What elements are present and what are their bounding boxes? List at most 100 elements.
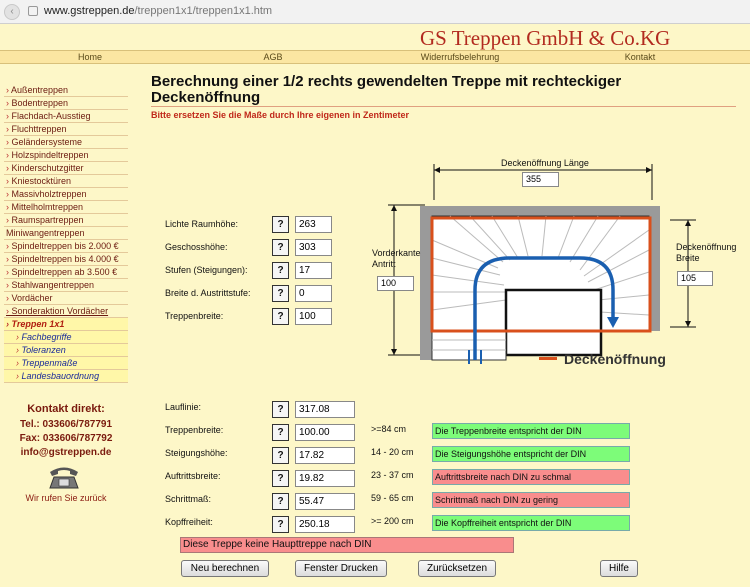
output-auftrittsbreite[interactable]: 19.82 [295,470,355,487]
label-steigungshoehe: Steigungshöhe: [165,448,228,458]
input-lichte-raumhoehe[interactable]: 263 [295,216,332,233]
output-steigungshoehe[interactable]: 17.82 [295,447,355,464]
hilfe-button[interactable]: Hilfe [600,560,638,577]
label-kopffreiheit: Kopffreiheit: [165,517,213,527]
sidebar-item[interactable]: Spindeltreppen bis 4.000 € [4,253,128,266]
diagram-legend-label: Deckenöffnung [564,351,666,367]
callback-link[interactable]: Wir rufen Sie zurück [4,493,128,503]
sidebar-item[interactable]: Fluchttreppen [4,123,128,136]
label-geschosshoehe: Geschosshöhe: [165,242,228,252]
sidebar-item[interactable]: Miniwangentreppen [4,227,128,240]
label-treppenbreite: Treppenbreite: [165,311,224,321]
help-button[interactable]: ? [272,262,289,279]
input-geschosshoehe[interactable]: 303 [295,239,332,256]
input-austrittstufe[interactable]: 0 [295,285,332,302]
status-auftrittsbreite: Auftrittsbreite nach DIN zu schmal [432,469,630,485]
contact-email[interactable]: info@gstreppen.de [4,446,128,460]
sidebar-item[interactable]: Kinderschutzgitter [4,162,128,175]
browser-address-bar: ‹ www.gstreppen.de/treppen1x1/treppen1x1… [0,0,750,24]
haupttreppe-note: Diese Treppe keine Haupttreppe nach DIN [180,537,514,553]
sidebar-item[interactable]: Vordächer [4,292,128,305]
sidebar-item[interactable]: Geländersysteme [4,136,128,149]
sidebar-item[interactable]: Stahlwangentreppen [4,279,128,292]
sidebar-subitem[interactable]: Treppenmaße [4,357,128,370]
status-kopffreiheit: Die Kopffreiheit entspricht der DIN [432,515,630,531]
help-button[interactable]: ? [272,493,289,510]
page-icon [28,6,38,16]
sidebar-subitem[interactable]: Fachbegriffe [4,331,128,344]
range-steigungshoehe: 14 - 20 cm [371,447,414,457]
diagram-width-label-2: Breite [676,253,700,263]
status-treppenbreite: Die Treppenbreite entspricht der DIN [432,423,630,439]
zuruecksetzen-button[interactable]: Zurücksetzen [418,560,496,577]
input-treppenbreite[interactable]: 100 [295,308,332,325]
status-schrittmass: Schrittmaß nach DIN zu gering [432,492,630,508]
label-lichte-raumhoehe: Lichte Raumhöhe: [165,219,239,229]
help-button[interactable]: ? [272,401,289,418]
sidebar-item[interactable]: Kniestocktüren [4,175,128,188]
nav-home[interactable]: Home [40,52,140,62]
diagram-width-label-1: Deckenöffnung [676,242,737,252]
label-austrittstufe: Breite d. Austrittstufe: [165,288,251,298]
input-deckenoeffnung-breite[interactable]: 105 [677,271,713,286]
label-auftrittsbreite: Auftrittsbreite: [165,471,221,481]
output-treppenbreite[interactable]: 100.00 [295,424,355,441]
help-button[interactable]: ? [272,516,289,533]
sidebar-item[interactable]: Holzspindeltreppen [4,149,128,162]
page-root: { "browser": { "url_domain": "www.gstrep… [0,0,750,587]
sidebar-item-sonderaktion[interactable]: Sonderaktion Vordächer [4,305,128,318]
help-button[interactable]: ? [272,308,289,325]
status-steigungshoehe: Die Steigungshöhe entspricht der DIN [432,446,630,462]
diagram-length-label: Deckenöffnung Länge [501,158,589,168]
output-kopffreiheit[interactable]: 250.18 [295,516,355,533]
nav-agb[interactable]: AGB [223,52,323,62]
diagram-front-label-1: Vorderkante [372,248,421,258]
help-button[interactable]: ? [272,470,289,487]
input-deckenoeffnung-laenge[interactable]: 355 [522,172,559,187]
back-icon[interactable]: ‹ [4,4,20,20]
label-schrittmass: Schrittmaß: [165,494,212,504]
url-domain: www.gstreppen.de [44,5,135,17]
label-lauflinie: Lauflinie: [165,402,202,412]
help-button[interactable]: ? [272,216,289,233]
help-button[interactable]: ? [272,285,289,302]
range-kopffreiheit: >= 200 cm [371,516,414,526]
contact-fax: Fax: 033606/787792 [19,433,113,444]
sidebar-item[interactable]: Mittelholmtreppen [4,201,128,214]
contact-tel: Tel.: 033606/787791 [19,419,113,430]
contact-block: Kontakt direkt: Tel.: 033606/787791 Fax:… [4,402,128,460]
telephone-icon[interactable] [46,464,82,490]
input-stufen[interactable]: 17 [295,262,332,279]
url-path: /treppen1x1/treppen1x1.htm [134,5,273,17]
sidebar-item[interactable]: Bodentreppen [4,97,128,110]
sidebar-item[interactable]: Flachdach-Ausstieg [4,110,128,123]
sidebar: Außentreppen Bodentreppen Flachdach-Auss… [4,84,128,383]
sidebar-subitem[interactable]: Toleranzen [4,344,128,357]
fenster-drucken-button[interactable]: Fenster Drucken [295,560,387,577]
input-vorderkante-antritt[interactable]: 100 [377,276,414,291]
help-button[interactable]: ? [272,447,289,464]
range-schrittmass: 59 - 65 cm [371,493,414,503]
output-schrittmass[interactable]: 55.47 [295,493,355,510]
sidebar-subitem[interactable]: Landesbauordnung [4,370,128,383]
nav-kontakt[interactable]: Kontakt [590,52,690,62]
range-treppenbreite: >=84 cm [371,424,407,434]
sidebar-item[interactable]: Spindeltreppen ab 3.500 € [4,266,128,279]
label-stufen: Stufen (Steigungen): [165,265,248,275]
sidebar-item-treppen-1x1[interactable]: Treppen 1x1 [4,318,128,331]
page-subtitle: Bitte ersetzen Sie die Maße durch Ihre e… [151,110,410,120]
range-auftrittsbreite: 23 - 37 cm [371,470,414,480]
output-lauflinie[interactable]: 317.08 [295,401,355,418]
sidebar-item[interactable]: Außentreppen [4,84,128,97]
page-title: Berechnung einer 1/2 rechts gewendelten … [151,73,622,106]
label-result-treppenbreite: Treppenbreite: [165,425,224,435]
nav-widerrufsbelehrung[interactable]: Widerrufsbelehrung [400,52,520,62]
sidebar-item[interactable]: Spindeltreppen bis 2.000 € [4,240,128,253]
sidebar-item[interactable]: Raumspartreppen [4,214,128,227]
neu-berechnen-button[interactable]: Neu berechnen [181,560,269,577]
url-text[interactable]: www.gstreppen.de/treppen1x1/treppen1x1.h… [44,5,272,17]
help-button[interactable]: ? [272,424,289,441]
sidebar-item[interactable]: Massivholztreppen [4,188,128,201]
diagram-front-label-2: Antritt [372,259,396,269]
help-button[interactable]: ? [272,239,289,256]
